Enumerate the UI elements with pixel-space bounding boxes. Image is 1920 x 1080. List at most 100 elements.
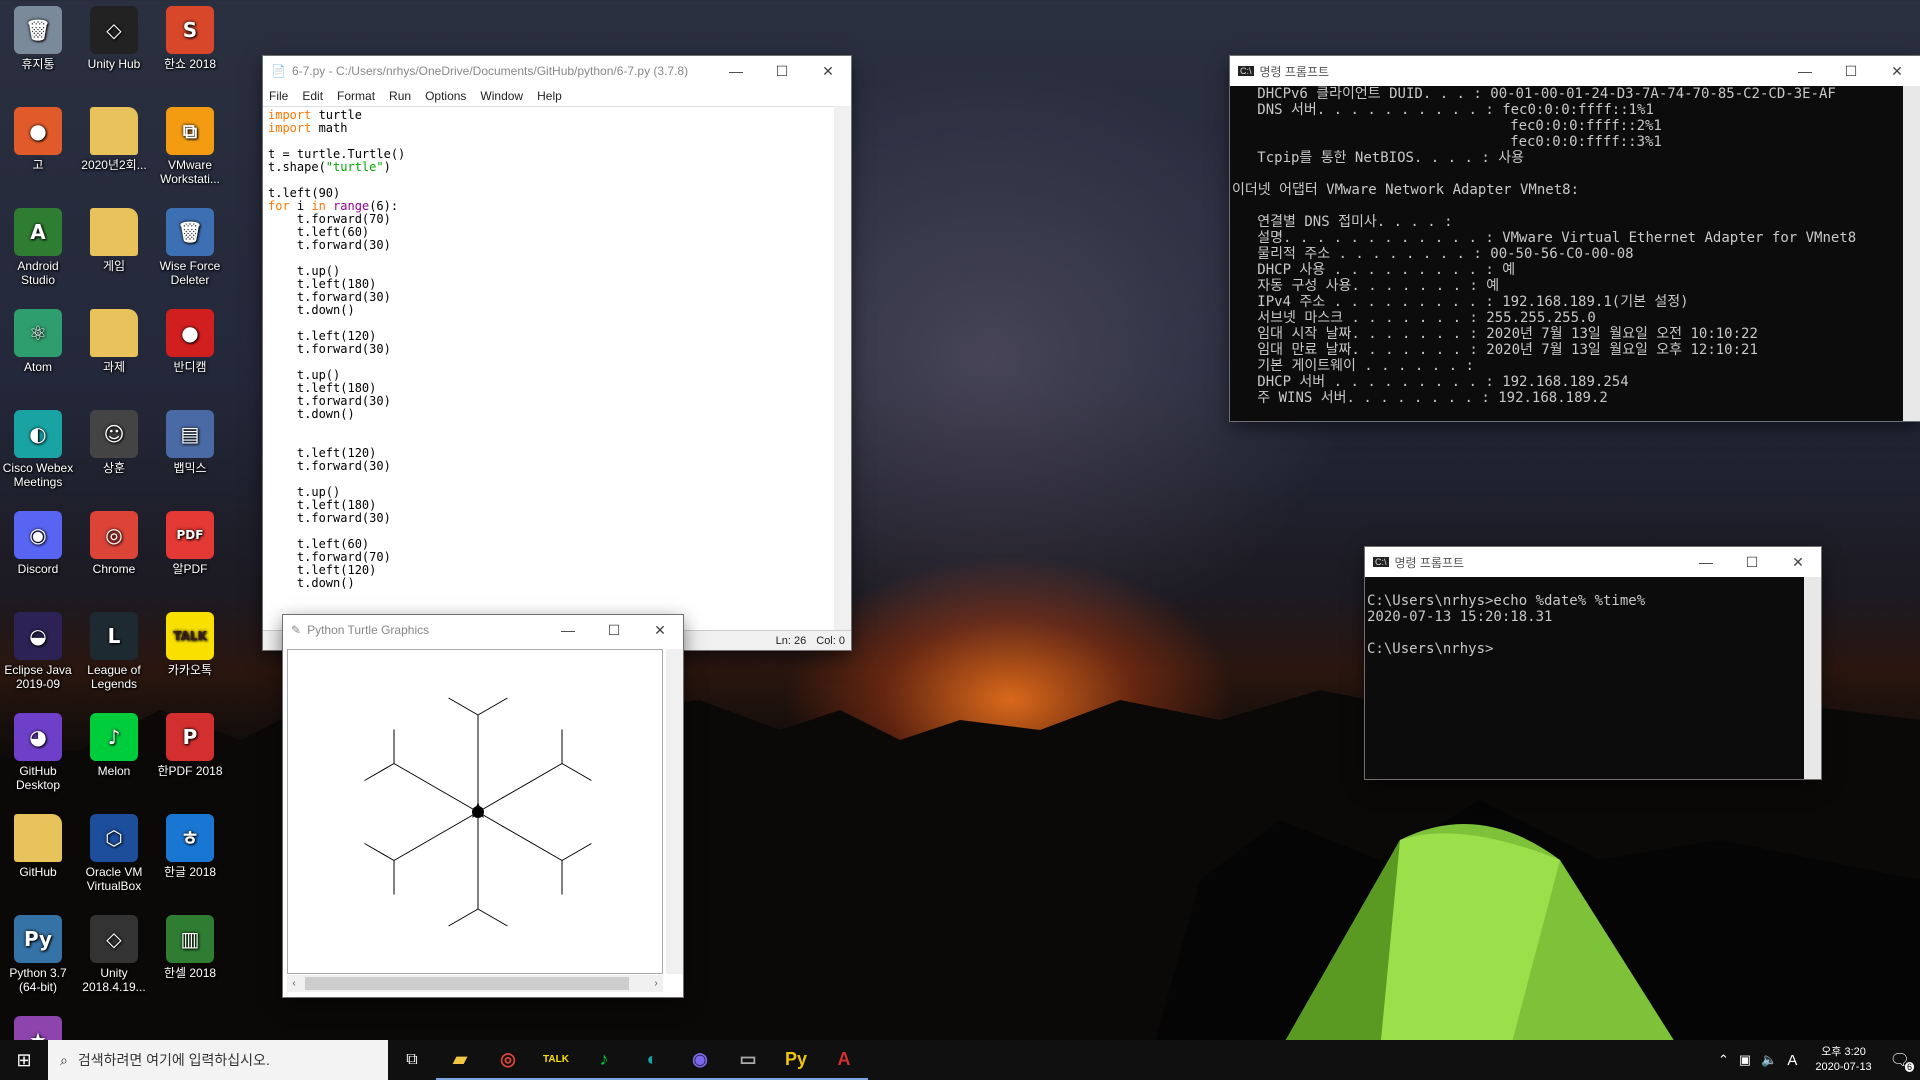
minimize-button[interactable]: —: [713, 56, 759, 86]
desktop-icon[interactable]: GitHub: [0, 814, 76, 879]
desktop-icon[interactable]: ⧉ VMware Workstati...: [152, 107, 228, 186]
cmd1-title-bar[interactable]: C:\ 명령 프롬프트 — ☐ ✕: [1230, 56, 1920, 86]
desktop-icon[interactable]: ◇ Unity Hub: [76, 6, 152, 71]
cmd2-output[interactable]: C:\Users\nrhys>echo %date% %time% 2020-07…: [1365, 577, 1821, 779]
menu-format[interactable]: Format: [337, 89, 375, 103]
desktop-icon[interactable]: PDF 알PDF: [152, 511, 228, 576]
desktop-icon[interactable]: 2020년2회...: [76, 107, 152, 172]
desktop-icon[interactable]: ◎ Chrome: [76, 511, 152, 576]
notification-center-icon[interactable]: 🗨 6: [1890, 1050, 1914, 1072]
desktop-icon[interactable]: ☺ 상훈: [76, 410, 152, 475]
maximize-button[interactable]: ☐: [591, 615, 637, 645]
cmd-icon[interactable]: ▭: [724, 1040, 772, 1080]
menu-help[interactable]: Help: [537, 89, 562, 103]
desktop-icon-label: 휴지통: [21, 57, 55, 71]
maximize-button[interactable]: ☐: [1729, 547, 1775, 577]
cmd2-scrollbar[interactable]: [1804, 577, 1821, 779]
desktop-icon[interactable]: ◇ Unity 2018.4.19...: [76, 915, 152, 994]
console-line: 2020-07-13 15:20:18.31: [1367, 609, 1553, 625]
editor-scrollbar[interactable]: [834, 106, 851, 630]
webex-icon[interactable]: ◐: [628, 1040, 676, 1080]
maximize-button[interactable]: ☐: [1828, 56, 1874, 86]
chevron-up-icon[interactable]: ⌃: [1718, 1052, 1729, 1068]
desktop-icon[interactable]: TALK 카카오톡: [152, 612, 228, 677]
desktop-icon[interactable]: ㅎ 한글 2018: [152, 814, 228, 879]
minimize-button[interactable]: —: [545, 615, 591, 645]
kakaotalk-icon[interactable]: TALK: [532, 1040, 580, 1080]
clock[interactable]: 오후 3:20 2020-07-13: [1815, 1045, 1871, 1075]
task-view-icon[interactable]: ⧉: [388, 1040, 436, 1080]
canvas-horizontal-scrollbar[interactable]: ‹ ›: [287, 975, 663, 992]
desktop-icon[interactable]: 🗑 Wise Force Deleter: [152, 208, 228, 287]
console-line: DHCP 사용 . . . . . . . . . : 예: [1232, 262, 1516, 278]
desktop-icon[interactable]: ◕ GitHub Desktop: [0, 713, 76, 792]
desktop-icon[interactable]: S 한쇼 2018: [152, 6, 228, 71]
console-line: 주 WINS 서버. . . . . . . . : 192.168.189.2: [1232, 390, 1608, 406]
menu-options[interactable]: Options: [425, 89, 466, 103]
desktop-icon[interactable]: ⚛ Atom: [0, 309, 76, 374]
desktop-icon[interactable]: 🗑 휴지통: [0, 6, 76, 71]
melon-icon[interactable]: ♪: [580, 1040, 628, 1080]
desktop-icon-label: GitHub Desktop: [15, 764, 61, 792]
close-button[interactable]: ✕: [637, 615, 683, 645]
turtle-canvas[interactable]: [287, 649, 663, 974]
console-line: DHCPv6 클라이언트 DUID. . . : 00-01-00-01-24-…: [1232, 86, 1836, 102]
cmd1-scrollbar[interactable]: [1903, 86, 1920, 421]
desktop-icon[interactable]: 게임: [76, 208, 152, 273]
idle-title-bar[interactable]: 📄 6-7.py - C:/Users/nrhys/OneDrive/Docum…: [263, 56, 851, 86]
snowflake-branch: [448, 908, 479, 927]
menu-run[interactable]: Run: [389, 89, 411, 103]
desktop-icon[interactable]: L League of Legends: [76, 612, 152, 691]
user-photo-icon: ☺: [90, 410, 138, 458]
start-button[interactable]: ⊞: [0, 1040, 48, 1080]
desktop-icon[interactable]: ◐ Cisco Webex Meetings: [0, 410, 76, 489]
chrome-icon[interactable]: ◎: [484, 1040, 532, 1080]
desktop-icon[interactable]: ♪ Melon: [76, 713, 152, 778]
menu-edit[interactable]: Edit: [302, 89, 323, 103]
desktop-icon[interactable]: ▥ 한셀 2018: [152, 915, 228, 980]
network-icon[interactable]: ▣: [1739, 1052, 1751, 1068]
minimize-button[interactable]: —: [1683, 547, 1729, 577]
command-prompt-window-1[interactable]: C:\ 명령 프롬프트 — ☐ ✕ DHCPv6 클라이언트 DUID. . .…: [1230, 56, 1920, 421]
command-prompt-window-2[interactable]: C:\ 명령 프롬프트 — ☐ ✕ C:\Users\nrhys>echo %d…: [1365, 547, 1821, 779]
desktop-icon[interactable]: ● 반디캠: [152, 309, 228, 374]
python-icon[interactable]: Py: [772, 1040, 820, 1080]
desktop-icon[interactable]: ◉ Discord: [0, 511, 76, 576]
acrobat-icon[interactable]: A: [820, 1040, 868, 1080]
discord-icon[interactable]: ◉: [676, 1040, 724, 1080]
canvas-vertical-scrollbar[interactable]: [666, 649, 683, 974]
maximize-button[interactable]: ☐: [759, 56, 805, 86]
desktop-icon[interactable]: ▤ 뱁믹스: [152, 410, 228, 475]
console-line: C:\Users\nrhys>: [1367, 641, 1494, 657]
desktop-icon-label: 반디캠: [173, 360, 207, 374]
minimize-button[interactable]: —: [1782, 56, 1828, 86]
snowflake-branch: [364, 843, 395, 861]
close-button[interactable]: ✕: [1775, 547, 1821, 577]
desktop-icon[interactable]: P 한PDF 2018: [152, 713, 228, 778]
close-button[interactable]: ✕: [1874, 56, 1920, 86]
desktop-icon[interactable]: ● 고: [0, 107, 76, 172]
code-editor[interactable]: import turtle import math t = turtle.Tur…: [263, 106, 834, 630]
snowflake-branch: [448, 697, 479, 716]
search-placeholder: 검색하려면 여기에 입력하십시오.: [77, 1052, 270, 1068]
ime-indicator[interactable]: A: [1787, 1052, 1797, 1069]
desktop-icon[interactable]: Py Python 3.7 (64-bit): [0, 915, 76, 994]
cmd2-title-bar[interactable]: C:\ 명령 프롬프트 — ☐ ✕: [1365, 547, 1821, 577]
menu-window[interactable]: Window: [480, 89, 523, 103]
desktop-icon-label: Discord: [17, 562, 59, 576]
idle-editor-window[interactable]: 📄 6-7.py - C:/Users/nrhys/OneDrive/Docum…: [263, 56, 851, 650]
desktop-icon[interactable]: ⬡ Oracle VM VirtualBox: [76, 814, 152, 893]
search-box[interactable]: ⌕ 검색하려면 여기에 입력하십시오.: [48, 1040, 388, 1080]
file-explorer-icon[interactable]: ▰: [436, 1040, 484, 1080]
volume-icon[interactable]: 🔈: [1761, 1052, 1777, 1068]
turtle-graphics-window[interactable]: ✎ Python Turtle Graphics — ☐ ✕ ‹ ›: [283, 615, 683, 997]
turtle-title-bar[interactable]: ✎ Python Turtle Graphics — ☐ ✕: [283, 615, 683, 645]
cmd1-output[interactable]: DHCPv6 클라이언트 DUID. . . : 00-01-00-01-24-…: [1230, 86, 1920, 421]
desktop-icon[interactable]: A Android Studio: [0, 208, 76, 287]
desktop-icon[interactable]: ◒ Eclipse Java 2019-09: [0, 612, 76, 691]
close-button[interactable]: ✕: [805, 56, 851, 86]
desktop-icon-label: Unity 2018.4.19...: [82, 966, 146, 994]
desktop-icon[interactable]: 과제: [76, 309, 152, 374]
vmware-icon: ⧉: [166, 107, 214, 155]
menu-file[interactable]: File: [269, 89, 288, 103]
